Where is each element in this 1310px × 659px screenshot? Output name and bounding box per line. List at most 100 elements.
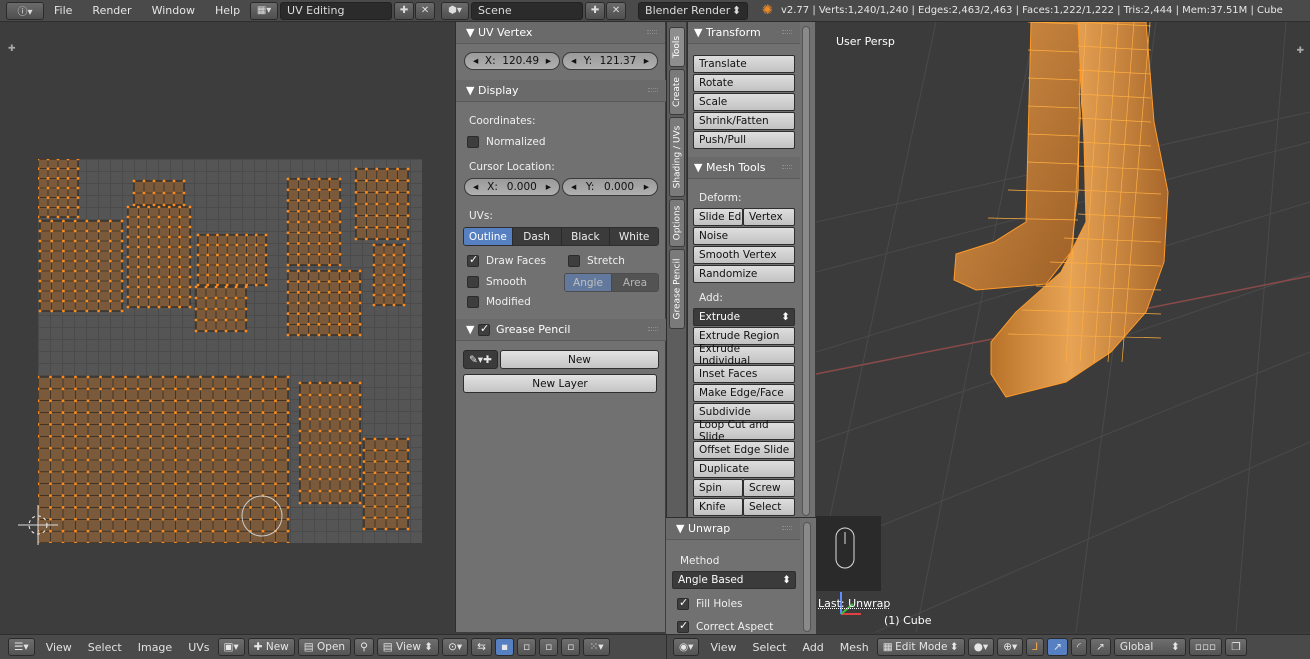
fill-holes-checkbox[interactable]: Fill Holes: [677, 596, 743, 610]
modified-checkbox[interactable]: Modified: [467, 296, 531, 308]
add-scene-button[interactable]: ✚: [585, 1, 606, 20]
uv-island-leg-top[interactable]: [196, 233, 268, 287]
normalized-checkbox[interactable]: Normalized: [467, 136, 546, 148]
display-panel-header[interactable]: ▼ Display: [456, 80, 666, 102]
knife-button[interactable]: Knife: [693, 498, 743, 516]
tab-shading-uvs[interactable]: Shading / UVs: [669, 117, 685, 197]
scene-icon[interactable]: ⬢▾: [441, 1, 470, 20]
mesh-tools-panel-header[interactable]: ▼ Mesh Tools: [688, 157, 800, 179]
unwrap-method-select[interactable]: Angle Based ⬍: [672, 571, 796, 589]
select-mode-vertex-icon[interactable]: ▪: [494, 638, 515, 656]
uv-island-head-side[interactable]: [354, 167, 410, 241]
uv-menu-view[interactable]: View: [38, 641, 80, 654]
scene-field[interactable]: Scene: [471, 1, 584, 20]
extrude-individual-button[interactable]: Extrude Individual: [693, 343, 795, 367]
select-mode-edge-icon[interactable]: ▫: [517, 638, 537, 656]
manipulator-icon[interactable]: ⅃: [1026, 638, 1045, 656]
decrement-arrow-icon[interactable]: ◂: [473, 55, 478, 67]
smooth-vertex-button[interactable]: Smooth Vertex: [693, 246, 795, 264]
grease-pencil-enable-checkbox[interactable]: [477, 322, 490, 336]
view3d-menu-select[interactable]: Select: [745, 641, 795, 654]
sticky-select-icon[interactable]: ⁙▾: [583, 638, 610, 656]
stretch-mode-selector[interactable]: Angle Area: [564, 273, 659, 292]
smooth-check-box[interactable]: [467, 276, 479, 288]
uv-menu-image[interactable]: Image: [130, 641, 180, 654]
pin-icon[interactable]: ⚲: [354, 638, 374, 656]
uv-island-foot[interactable]: [286, 269, 362, 337]
3d-viewport[interactable]: User Persp ✚ Last: Unwrap (1) Cube: [816, 22, 1310, 632]
make-edge-face-button[interactable]: Make Edge/Face: [693, 384, 795, 402]
panel-grip-icon[interactable]: [648, 327, 658, 331]
uv-island-torso-back[interactable]: [126, 205, 192, 309]
modified-check-box[interactable]: [467, 296, 479, 308]
select-mode-face-icon[interactable]: ▫: [539, 638, 559, 656]
spin-button[interactable]: Spin: [693, 479, 743, 497]
cursor-y-field[interactable]: ◂ Y: 0.000 ▸: [562, 178, 658, 196]
remove-scene-button[interactable]: ✕: [606, 1, 627, 20]
remove-screen-button[interactable]: ✕: [415, 1, 436, 20]
uv-island-fingers[interactable]: [362, 437, 410, 531]
uv-island-shoulder[interactable]: [132, 179, 186, 207]
uv-menu-select[interactable]: Select: [80, 641, 130, 654]
uv-style-dash[interactable]: Dash: [512, 228, 562, 245]
uv-style-black[interactable]: Black: [561, 228, 611, 245]
uv-island-ear[interactable]: [372, 243, 406, 307]
panel-grip-icon[interactable]: [782, 526, 792, 530]
image-browse-icon[interactable]: ▣▾: [217, 638, 245, 656]
tool-shelf-scrollbar[interactable]: [802, 26, 810, 516]
uv-vertex-panel-header[interactable]: ▼ UV Vertex: [456, 22, 665, 44]
new-layer-button[interactable]: New Layer: [463, 374, 657, 393]
uv-grid[interactable]: [38, 159, 422, 543]
menu-file[interactable]: File: [44, 4, 82, 17]
stretch-mode-area[interactable]: Area: [612, 274, 658, 291]
decrement-arrow-icon[interactable]: ◂: [571, 181, 576, 193]
transform-panel-header[interactable]: ▼ Transform: [688, 22, 800, 44]
stretch-check-box[interactable]: [568, 255, 580, 267]
grease-pencil-datablock-icon[interactable]: ✎▾✚: [463, 350, 498, 369]
normalized-check-box[interactable]: [467, 136, 479, 148]
uv-style-white[interactable]: White: [610, 228, 658, 245]
add-screen-button[interactable]: ✚: [394, 1, 415, 20]
uv-island-torso-front[interactable]: [286, 177, 342, 267]
shrink-fatten-button[interactable]: Shrink/Fatten: [693, 112, 795, 130]
stretch-mode-angle[interactable]: Angle: [565, 274, 612, 291]
randomize-button[interactable]: Randomize: [693, 265, 795, 283]
scale-manipulator-icon[interactable]: ↗: [1090, 638, 1111, 656]
increment-arrow-icon[interactable]: ▸: [644, 55, 649, 67]
uv-island-arm-left[interactable]: [38, 219, 124, 313]
viewport-corner-icon[interactable]: ✚: [1296, 46, 1304, 56]
rotate-manipulator-icon[interactable]: ◜: [1070, 638, 1088, 656]
tab-tools[interactable]: Tools: [669, 27, 685, 67]
offset-edge-slide-button[interactable]: Offset Edge Slide: [693, 441, 795, 459]
screw-button[interactable]: Screw: [743, 479, 795, 497]
correct-aspect-checkbox[interactable]: Correct Aspect: [677, 619, 773, 633]
menu-render[interactable]: Render: [82, 4, 141, 17]
smooth-checkbox[interactable]: Smooth: [467, 276, 527, 288]
viewport-scene[interactable]: [816, 22, 1310, 632]
uv-area-corner-icon[interactable]: ✚: [8, 44, 16, 54]
last-operator-label[interactable]: Last: Unwrap: [818, 597, 890, 610]
noise-button[interactable]: Noise: [693, 227, 795, 245]
open-image-button[interactable]: ▤ Open: [297, 638, 352, 656]
rotate-button[interactable]: Rotate: [693, 74, 795, 92]
duplicate-button[interactable]: Duplicate: [693, 460, 795, 478]
increment-arrow-icon[interactable]: ▸: [546, 55, 551, 67]
render-engine-select[interactable]: Blender Render ⬍: [638, 1, 749, 20]
grease-pencil-panel-header[interactable]: ▼ Grease Pencil: [456, 319, 666, 341]
grease-pencil-new-button[interactable]: New: [499, 350, 659, 369]
scale-button[interactable]: Scale: [693, 93, 795, 111]
uv-style-selector[interactable]: Outline Dash Black White: [463, 227, 659, 246]
tab-grease-pencil[interactable]: Grease Pencil: [669, 249, 685, 329]
panel-grip-icon[interactable]: [648, 88, 658, 92]
view3d-menu-add[interactable]: Add: [794, 641, 831, 654]
screen-layout-field[interactable]: UV Editing: [280, 1, 393, 20]
pivot-point-icon[interactable]: ⊕▾: [997, 638, 1024, 656]
viewport-shading-icon[interactable]: ●▾: [967, 638, 995, 656]
decrement-arrow-icon[interactable]: ◂: [571, 55, 576, 67]
menu-help[interactable]: Help: [205, 4, 250, 17]
sync-selection-icon[interactable]: ⇆: [471, 638, 492, 656]
tab-create[interactable]: Create: [669, 69, 685, 115]
increment-arrow-icon[interactable]: ▸: [644, 181, 649, 193]
info-editor-type-button[interactable]: ⓘ▾: [6, 1, 44, 20]
editor-type-button[interactable]: ☰▾: [8, 638, 35, 656]
